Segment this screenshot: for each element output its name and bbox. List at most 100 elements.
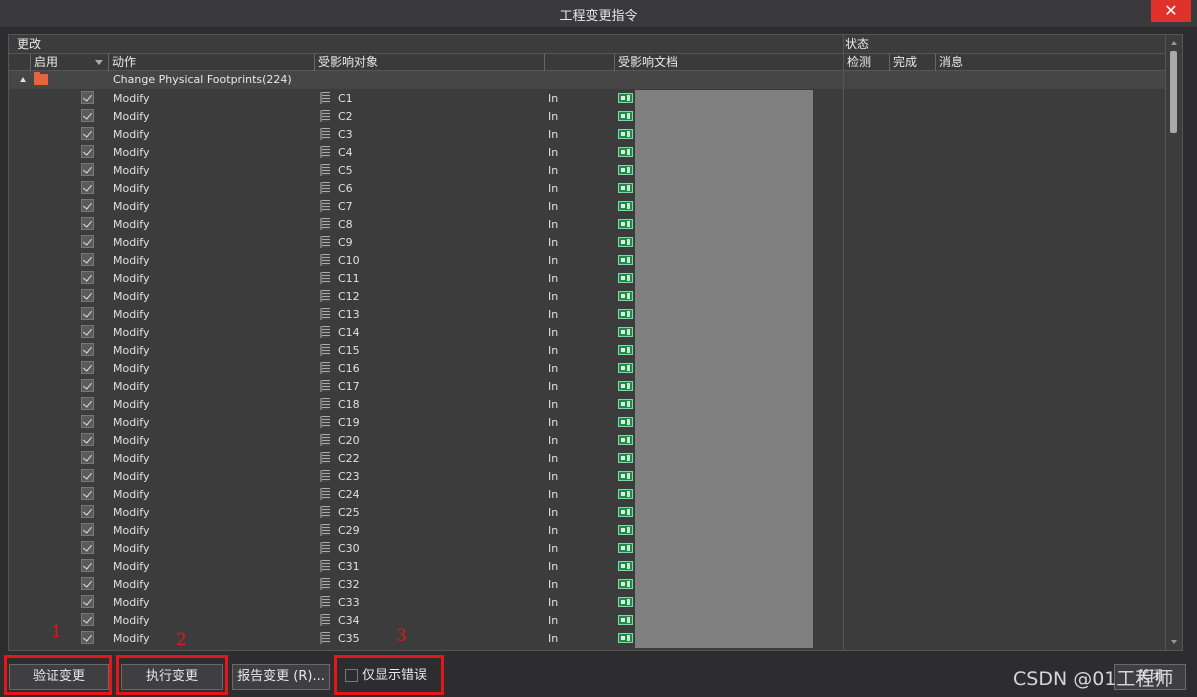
table-row[interactable]: Modify C9 In <box>9 233 1165 251</box>
annotation-3: 3 <box>396 626 407 646</box>
vertical-scrollbar[interactable] <box>1165 35 1182 650</box>
pcb-document-icon <box>618 129 633 139</box>
table-row[interactable]: Modify C31 In <box>9 557 1165 575</box>
enable-checkbox[interactable] <box>81 361 94 374</box>
close-icon[interactable]: ✕ <box>1151 0 1191 22</box>
component-icon <box>320 524 330 536</box>
col-action[interactable]: 动作 <box>108 54 314 72</box>
table-row[interactable]: Modify C4 In <box>9 143 1165 161</box>
enable-checkbox[interactable] <box>81 91 94 104</box>
in-label: In <box>548 128 559 141</box>
table-row[interactable]: Modify C11 In <box>9 269 1165 287</box>
col-blank[interactable] <box>544 54 614 72</box>
table-row[interactable]: Modify C12 In <box>9 287 1165 305</box>
table-row[interactable]: Modify C6 In <box>9 179 1165 197</box>
enable-checkbox[interactable] <box>81 199 94 212</box>
table-row[interactable]: Modify C19 In <box>9 413 1165 431</box>
highlight-box-1 <box>4 655 112 695</box>
table-row[interactable]: Modify C13 In <box>9 305 1165 323</box>
enable-checkbox[interactable] <box>81 559 94 572</box>
col-check[interactable]: 检测 <box>843 54 889 72</box>
report-changes-button[interactable]: 报告变更 (R)... <box>232 664 330 690</box>
enable-checkbox[interactable] <box>81 433 94 446</box>
scroll-up-icon[interactable] <box>1171 41 1177 45</box>
table-row[interactable]: Modify C1 In <box>9 89 1165 107</box>
scroll-thumb[interactable] <box>1170 51 1177 133</box>
pcb-document-icon <box>618 489 633 499</box>
table-row[interactable]: Modify C7 In <box>9 197 1165 215</box>
enable-checkbox[interactable] <box>81 271 94 284</box>
action-label: Modify <box>113 182 150 195</box>
enable-checkbox[interactable] <box>81 451 94 464</box>
enable-checkbox[interactable] <box>81 469 94 482</box>
enable-checkbox[interactable] <box>81 613 94 626</box>
table-row[interactable]: Modify C29 In <box>9 521 1165 539</box>
enable-checkbox[interactable] <box>81 487 94 500</box>
enable-checkbox[interactable] <box>81 415 94 428</box>
enable-checkbox[interactable] <box>81 109 94 122</box>
enable-checkbox[interactable] <box>81 127 94 140</box>
table-row[interactable]: Modify C8 In <box>9 215 1165 233</box>
table-row[interactable]: Modify C18 In <box>9 395 1165 413</box>
affected-object-label: C5 <box>338 164 353 177</box>
table-row[interactable]: Modify C34 In <box>9 611 1165 629</box>
in-label: In <box>548 218 559 231</box>
pcb-document-icon <box>618 219 633 229</box>
table-row[interactable]: Modify C15 In <box>9 341 1165 359</box>
enable-checkbox[interactable] <box>81 397 94 410</box>
affected-object-label: C3 <box>338 128 353 141</box>
enable-checkbox[interactable] <box>81 505 94 518</box>
component-icon <box>320 272 330 284</box>
table-row[interactable]: Modify C30 In <box>9 539 1165 557</box>
table-row[interactable]: Modify C14 In <box>9 323 1165 341</box>
table-row[interactable]: Modify C10 In <box>9 251 1165 269</box>
group-row[interactable]: Change Physical Footprints(224) <box>9 71 1165 89</box>
table-row[interactable]: Modify C25 In <box>9 503 1165 521</box>
enable-checkbox[interactable] <box>81 145 94 158</box>
enable-checkbox[interactable] <box>81 325 94 338</box>
col-affected-object[interactable]: 受影响对象 <box>314 54 544 72</box>
enable-checkbox[interactable] <box>81 595 94 608</box>
table-row[interactable]: Modify C22 In <box>9 449 1165 467</box>
pcb-document-icon <box>618 579 633 589</box>
table-row[interactable]: Modify C24 In <box>9 485 1165 503</box>
enable-checkbox[interactable] <box>81 523 94 536</box>
window-title: 工程变更指令 <box>559 9 638 24</box>
enable-checkbox[interactable] <box>81 181 94 194</box>
enable-checkbox[interactable] <box>81 307 94 320</box>
enable-checkbox[interactable] <box>81 631 94 644</box>
affected-object-label: C13 <box>338 308 360 321</box>
scroll-down-icon[interactable] <box>1171 640 1177 644</box>
enable-checkbox[interactable] <box>81 577 94 590</box>
table-row[interactable]: Modify C20 In <box>9 431 1165 449</box>
table-row[interactable]: Modify C3 In <box>9 125 1165 143</box>
table-row[interactable]: Modify C32 In <box>9 575 1165 593</box>
col-done[interactable]: 完成 <box>889 54 935 72</box>
action-label: Modify <box>113 560 150 573</box>
enable-checkbox[interactable] <box>81 163 94 176</box>
col-affected-document[interactable]: 受影响文档 <box>614 54 843 72</box>
table-row[interactable]: Modify C17 In <box>9 377 1165 395</box>
collapse-icon[interactable] <box>20 77 26 82</box>
table-row[interactable]: Modify C2 In <box>9 107 1165 125</box>
table-row[interactable]: Modify C33 In <box>9 593 1165 611</box>
affected-object-label: C15 <box>338 344 360 357</box>
enable-checkbox[interactable] <box>81 289 94 302</box>
enable-checkbox[interactable] <box>81 235 94 248</box>
table-row[interactable]: Modify C5 In <box>9 161 1165 179</box>
table-row[interactable]: Modify C23 In <box>9 467 1165 485</box>
action-label: Modify <box>113 272 150 285</box>
action-label: Modify <box>113 434 150 447</box>
enable-checkbox[interactable] <box>81 541 94 554</box>
enable-checkbox[interactable] <box>81 253 94 266</box>
table-row[interactable]: Modify C16 In <box>9 359 1165 377</box>
enable-checkbox[interactable] <box>81 217 94 230</box>
enable-checkbox[interactable] <box>81 379 94 392</box>
in-label: In <box>548 398 559 411</box>
enable-checkbox[interactable] <box>81 343 94 356</box>
affected-object-label: C19 <box>338 416 360 429</box>
pcb-document-icon <box>618 597 633 607</box>
col-message[interactable]: 消息 <box>935 54 1165 72</box>
action-label: Modify <box>113 326 150 339</box>
sort-dropdown-icon[interactable] <box>95 60 103 65</box>
